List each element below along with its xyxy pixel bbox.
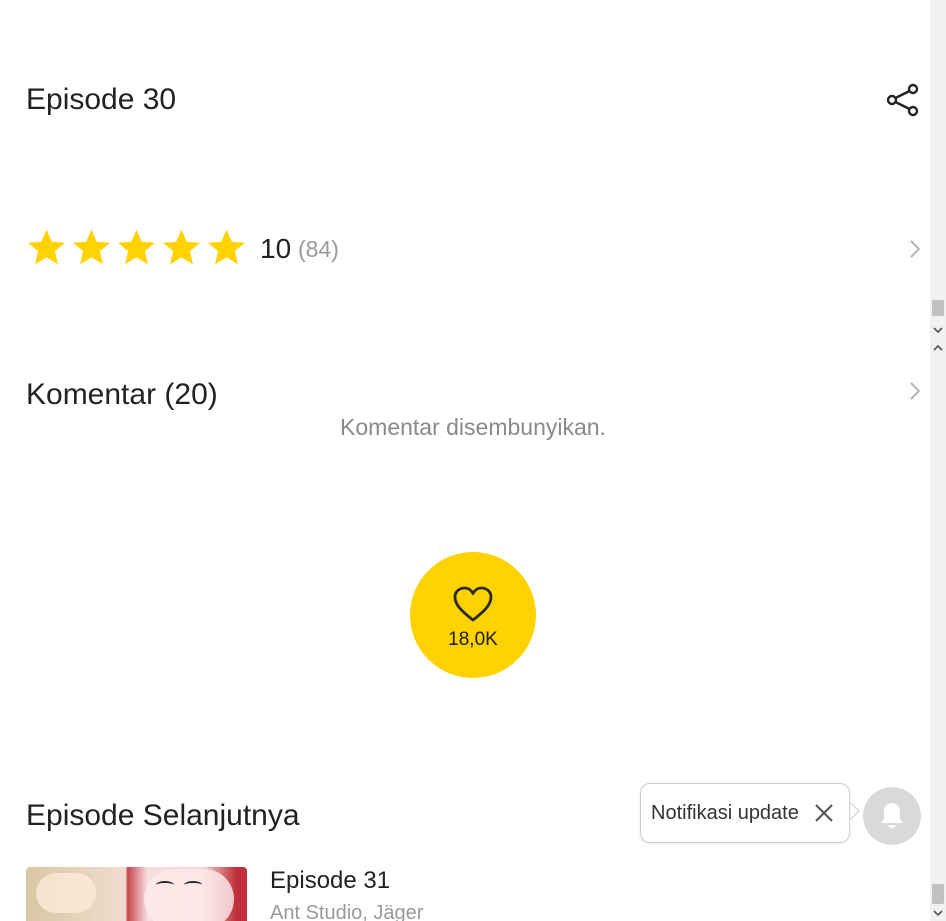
episode-title: Episode 30 [26, 83, 177, 116]
rating-row[interactable]: 10 (84) [26, 226, 924, 272]
scrollbar-thumb[interactable] [932, 300, 944, 316]
chevron-down-icon[interactable] [933, 325, 943, 335]
next-episode-item[interactable]: Episode 31 Ant Studio, Jäger [26, 867, 626, 921]
star-icon [28, 229, 65, 265]
star-icon [73, 229, 110, 265]
rating-score: 10 [260, 233, 292, 264]
bell-icon [881, 803, 903, 829]
episode-content: Episode 30 10 (84) Komentar (20) Komenta… [0, 0, 930, 921]
star-icon [118, 229, 155, 265]
share-icon[interactable] [886, 83, 920, 117]
next-episode-title: Episode 31 [270, 867, 391, 894]
comments-hidden-message: Komentar disembunyikan. [340, 414, 606, 440]
chevron-right-icon [910, 240, 921, 258]
notification-tooltip: Notifikasi update [640, 783, 850, 843]
chevron-right-icon [910, 382, 921, 400]
chevron-down-icon[interactable] [933, 908, 943, 918]
chevron-up-icon[interactable] [933, 343, 943, 353]
rating-count: (84) [298, 236, 339, 262]
star-icon [208, 229, 245, 265]
scrollbar-thumb[interactable] [932, 884, 944, 904]
heart-icon [453, 586, 493, 622]
comments-row[interactable]: Komentar (20) [26, 378, 924, 418]
star-icon [163, 229, 200, 265]
next-episode-heading: Episode Selanjutnya [26, 799, 300, 832]
scrollbar[interactable] [930, 0, 946, 921]
star-rating [26, 227, 247, 268]
episode-thumbnail [26, 867, 247, 921]
next-episode-author: Ant Studio, Jäger [270, 902, 424, 921]
episode-page: Episode 30 10 (84) Komentar (20) Komenta… [0, 0, 946, 921]
like-count: 18,0K [448, 629, 498, 650]
notification-bell-button[interactable] [863, 787, 921, 845]
close-icon[interactable] [813, 802, 835, 824]
like-button[interactable]: 18,0K [410, 552, 536, 678]
notification-text: Notifikasi update [651, 802, 799, 824]
comments-title: Komentar (20) [26, 378, 218, 411]
